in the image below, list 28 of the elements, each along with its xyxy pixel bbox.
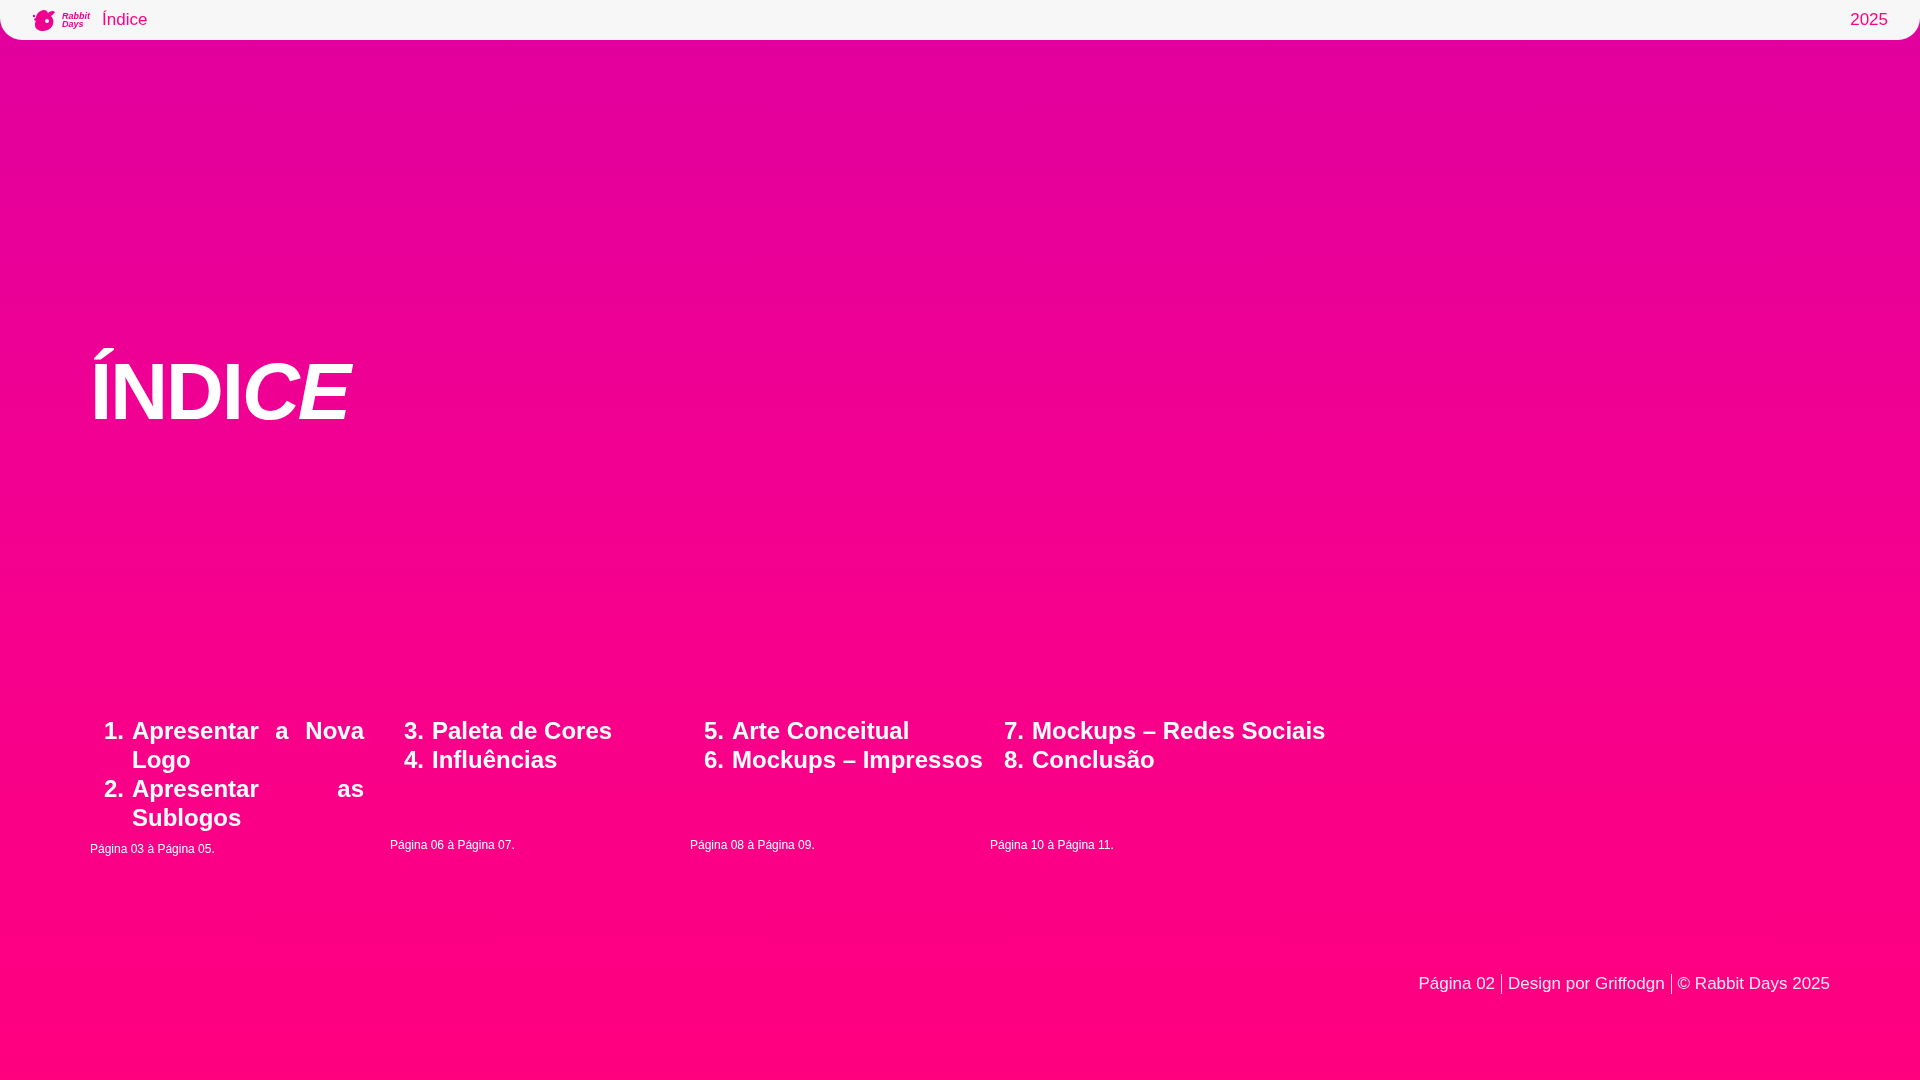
item-number: 2.	[103, 774, 124, 804]
item-number: 7.	[1003, 716, 1024, 745]
index-item: Mockups – Impressos	[732, 745, 983, 774]
page-range: Página 06 à Página 07.	[390, 838, 516, 852]
item-number: 5.	[703, 716, 724, 745]
index-item: Influências	[432, 745, 558, 774]
footer-text: © Rabbit Days 2025	[1677, 974, 1830, 994]
item-number: 8.	[1003, 745, 1024, 774]
index-item: Apresentar a Nova Logo	[132, 716, 364, 774]
page-range: Página 03 à Página 05.	[90, 842, 216, 856]
page-title: Índice	[102, 10, 148, 30]
index-item: Arte Conceitual	[732, 716, 910, 745]
index-item: Paleta de Cores	[432, 716, 613, 745]
rabbit-logo-icon	[32, 8, 58, 32]
item-number: 6.	[703, 745, 724, 774]
index-item: Mockups – Redes Sociais	[1032, 716, 1326, 745]
logo-text: Days	[62, 20, 85, 28]
index-item: Conclusão	[1032, 745, 1155, 774]
logo-text: Rabbit	[62, 12, 90, 20]
page-range: Página 08 à Página 09.	[690, 838, 816, 852]
footer-text: Página 02	[1418, 974, 1496, 994]
page-range: Página 10 à Página 11.	[990, 838, 1115, 852]
item-number: 3.	[403, 716, 424, 745]
footer-text: Design por Griffodgn	[1508, 974, 1665, 994]
item-number: 1.	[103, 716, 124, 746]
index-item: Apresentar as Sublogos	[132, 774, 364, 832]
item-number: 4.	[403, 745, 424, 774]
year-label: 2025	[1850, 10, 1888, 30]
